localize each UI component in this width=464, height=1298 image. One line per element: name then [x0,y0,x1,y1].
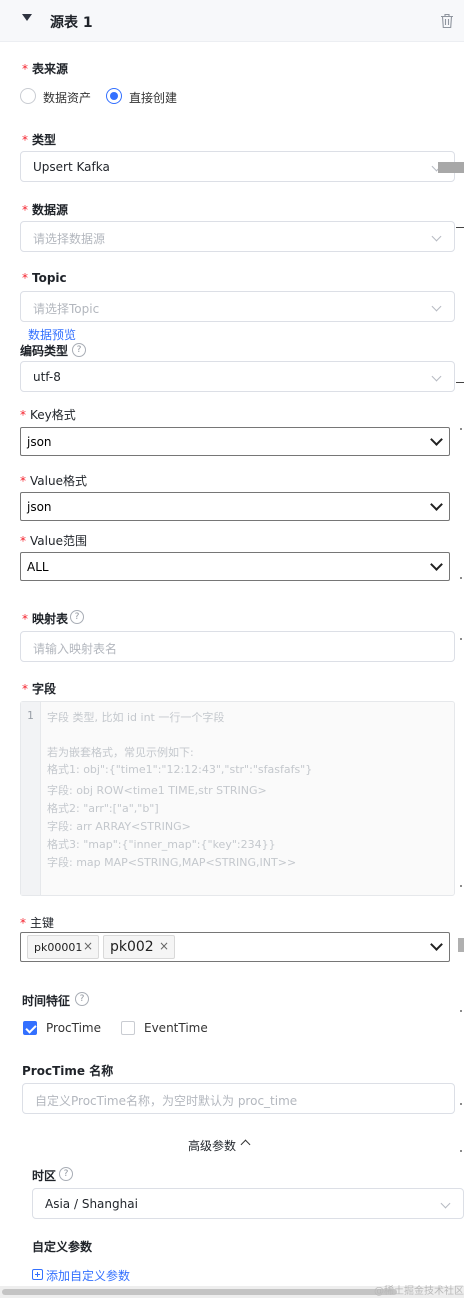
proctime-name-input[interactable]: 自定义ProcTime名称，为空时默认为 proc_time [22,1083,455,1114]
datasource-select[interactable]: 请选择数据源 [20,221,455,252]
resize-handle[interactable] [458,938,464,952]
primary-key-tag: pk002 × [103,935,175,959]
source-table-header[interactable]: 源表 1 [0,0,464,42]
radio-data-asset[interactable] [20,88,36,104]
edge-tick [456,382,464,383]
eventtime-checkbox[interactable] [121,1021,135,1035]
editor-placeholder-line: 若为嵌套格式，常见示例如下: [47,746,194,759]
editor-placeholder-line: 格式1: obj":{"time1":"12:12:43","str":"sfa… [47,763,313,776]
proctime-name-label: ProcTime 名称 [22,1064,114,1078]
advanced-params-label: 高级参数 [188,1139,237,1153]
close-icon[interactable]: × [159,939,169,953]
advanced-params-toggle[interactable]: 高级参数 [188,1137,251,1154]
encoding-select-value: utf-8 [33,370,61,384]
trash-icon[interactable] [440,13,454,29]
time-feature-label: 时间特征 [22,994,71,1008]
chevron-down-icon [430,938,443,951]
chevron-down-icon [430,433,443,446]
value-scope-label: * Value范围 [20,534,87,548]
value-scope-select[interactable]: ALL [20,552,450,581]
key-format-value: json [27,435,52,449]
edge-dot [460,638,462,640]
edge-dot [460,1103,462,1105]
custom-params-label: 自定义参数 [32,1240,93,1254]
editor-placeholder-line: 字段: obj ROW<time1 TIME,str STRING> [47,784,267,797]
editor-gutter [21,702,41,895]
mapping-table-label: * 映射表 [22,612,69,626]
help-icon[interactable]: ? [59,1167,73,1181]
source-label: * 表来源 [22,62,69,76]
edge-dot [460,1010,462,1012]
edge-dot [460,428,462,430]
tag-text: pk00001 [34,941,83,954]
primary-key-label: * 主键 [20,916,55,930]
chevron-down-icon [430,558,443,571]
key-format-select[interactable]: json [20,427,450,456]
edge-dot [460,577,462,579]
value-scope-value: ALL [27,560,49,574]
proctime-checkbox[interactable] [23,1021,37,1035]
datasource-placeholder: 请选择数据源 [33,232,106,246]
topic-select[interactable]: 请选择Topic [20,291,455,322]
chevron-down-icon [440,1198,451,1209]
help-icon[interactable]: ? [75,992,89,1006]
scrollbar-thumb[interactable] [2,1289,397,1295]
fields-code-editor[interactable]: 1 字段 类型, 比如 id int 一行一个字段 若为嵌套格式，常见示例如下:… [20,701,455,896]
chevron-up-icon [240,1139,251,1150]
radio-direct-create-label[interactable]: 直接创建 [129,89,177,106]
encoding-label: 编码类型 [20,344,69,358]
timezone-value: Asia / Shanghai [45,1197,138,1211]
mapping-table-input[interactable]: 请输入映射表名 [20,631,455,662]
value-format-select[interactable]: json [20,492,450,521]
close-icon[interactable]: × [83,939,93,953]
eventtime-checkbox-label[interactable]: EventTime [144,1021,208,1035]
edge-dot [460,885,462,887]
type-select-value: Upsert Kafka [33,160,110,174]
section-title: 源表 1 [50,15,93,31]
timezone-select[interactable]: Asia / Shanghai [32,1188,464,1219]
primary-key-multiselect[interactable]: pk00001 × pk002 × [20,932,450,962]
chevron-down-icon [431,231,442,242]
radio-direct-create[interactable] [106,88,122,104]
radio-data-asset-label[interactable]: 数据资产 [43,89,91,106]
editor-placeholder-line: 字段 类型, 比如 id int 一行一个字段 [47,711,225,724]
timezone-label: 时区 [32,1169,57,1183]
editor-placeholder-line: 格式2: "arr":["a","b"] [47,802,159,815]
editor-line-number: 1 [27,709,34,722]
value-format-value: json [27,500,52,514]
topic-label: * Topic [22,271,67,285]
proctime-checkbox-label[interactable]: ProcTime [46,1021,101,1035]
primary-key-tag: pk00001 × [27,935,99,959]
type-label: * 类型 [22,133,57,147]
watermark: @稀土掘金技术社区 [374,1286,464,1297]
editor-placeholder-line: 格式3: "map":{"inner_map":{"key":234}} [47,838,276,851]
mapping-table-placeholder: 请输入映射表名 [33,642,118,656]
edge-tick [456,227,464,228]
value-format-label: * Value格式 [20,474,87,488]
chevron-down-icon [430,498,443,511]
encoding-select[interactable]: utf-8 [20,361,455,392]
data-preview-link[interactable]: 数据预览 [28,326,76,343]
edge-dot [460,1150,462,1152]
collapse-caret-icon[interactable] [22,14,32,21]
tag-text: pk002 [110,939,154,955]
editor-placeholder-line: 字段: map MAP<STRING,MAP<STRING,INT>> [47,856,297,869]
topic-placeholder: 请选择Topic [33,302,100,316]
plus-square-icon [32,1269,43,1280]
help-icon[interactable]: ? [72,343,86,357]
resize-handle[interactable] [438,162,464,173]
add-custom-param-label: 添加自定义参数 [46,1269,131,1283]
chevron-down-icon [431,371,442,382]
proctime-name-placeholder: 自定义ProcTime名称，为空时默认为 proc_time [35,1094,298,1108]
chevron-down-icon [431,301,442,312]
type-select[interactable]: Upsert Kafka [20,151,455,182]
key-format-label: * Key格式 [20,408,76,422]
help-icon[interactable]: ? [70,610,84,624]
fields-label: * 字段 [22,682,57,696]
datasource-label: * 数据源 [22,203,69,217]
editor-placeholder-line: 字段: arr ARRAY<STRING> [47,820,191,833]
